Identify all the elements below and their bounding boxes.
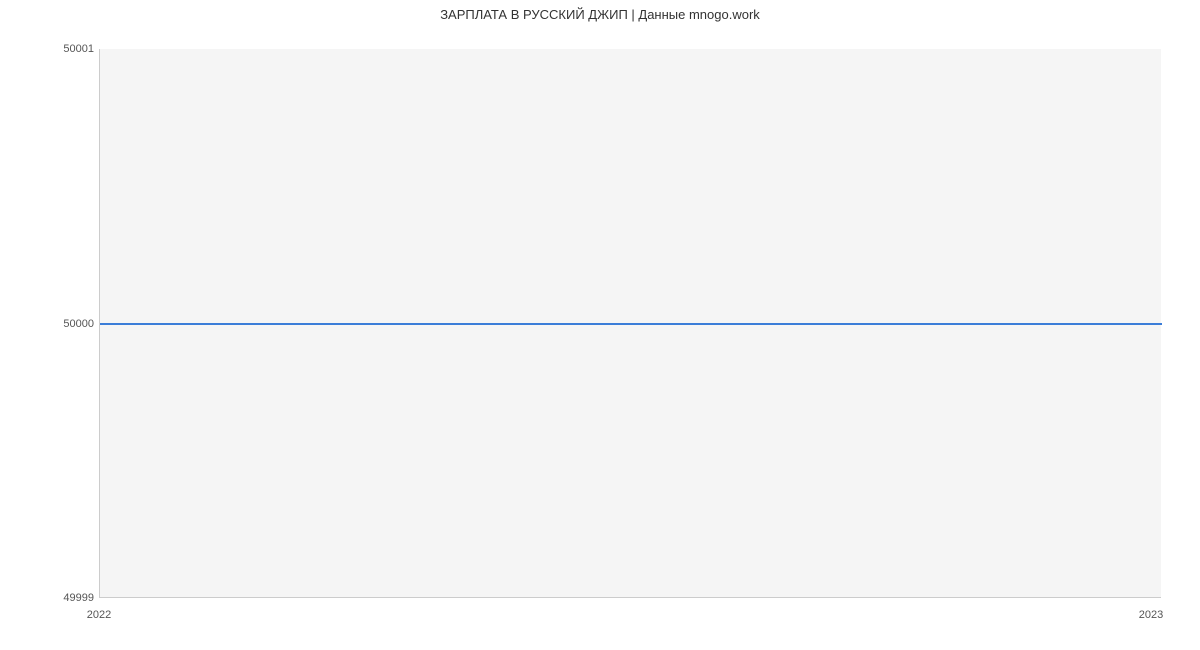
y-axis-tick-label: 50001 (34, 44, 94, 55)
y-axis-tick-label: 49999 (34, 593, 94, 604)
x-axis-tick-label: 2023 (1131, 610, 1171, 621)
series-line-salary (100, 323, 1162, 325)
chart-title: ЗАРПЛАТА В РУССКИЙ ДЖИП | Данные mnogo.w… (0, 7, 1200, 22)
x-axis-tick-label: 2022 (79, 610, 119, 621)
plot-area (99, 49, 1161, 598)
y-axis-tick-label: 50000 (34, 319, 94, 330)
